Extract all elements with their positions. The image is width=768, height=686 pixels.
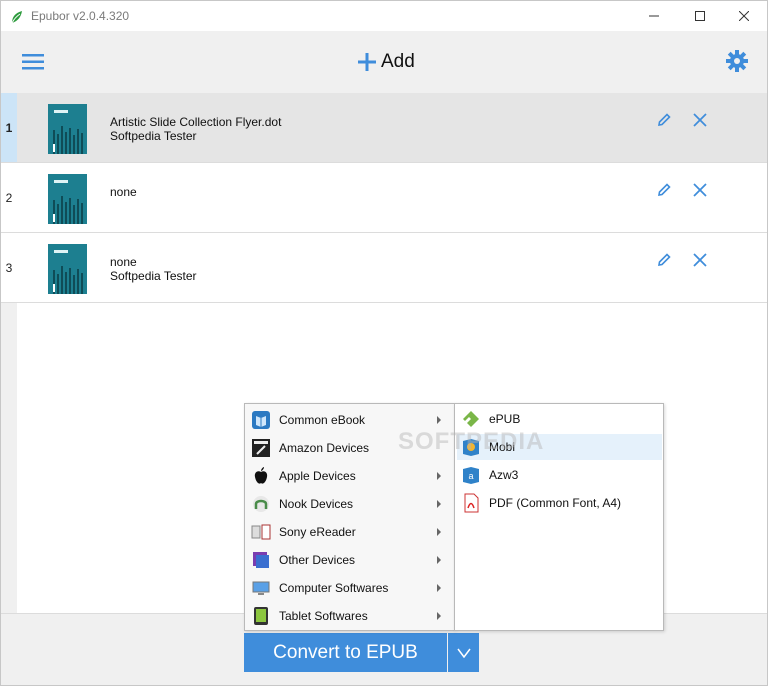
edit-metadata-button[interactable] — [656, 252, 672, 268]
hamburger-menu-button[interactable] — [22, 53, 44, 71]
edit-metadata-button[interactable] — [656, 182, 672, 198]
output-format-dropdown-button[interactable] — [448, 633, 479, 672]
book-title: Artistic Slide Collection Flyer.dot — [110, 115, 282, 129]
submenu-arrow-icon — [437, 612, 441, 620]
apple-icon — [254, 467, 268, 484]
plus-icon — [358, 53, 376, 71]
window-title: Epubor v2.0.4.320 — [31, 9, 130, 23]
menu-item-amazon-devices[interactable]: Amazon Devices — [247, 434, 453, 462]
add-label: Add — [381, 51, 415, 72]
submenu-arrow-icon — [437, 584, 441, 592]
book-row[interactable]: 1 Artistic Slide Collection Flyer.dot So… — [1, 93, 767, 163]
menu-item-label: ePUB — [489, 412, 521, 426]
close-icon — [739, 11, 749, 21]
row-number: 2 — [1, 163, 17, 232]
chevron-down-icon — [456, 648, 471, 658]
menu-item-azw3[interactable]: a Azw3 — [457, 462, 662, 488]
nook-icon — [253, 496, 269, 512]
epub-icon — [463, 411, 479, 427]
menu-item-label: Nook Devices — [279, 497, 354, 511]
other-devices-icon — [253, 552, 269, 568]
toolbar: Add — [1, 31, 767, 93]
book-cover-thumbnail — [48, 104, 87, 154]
menu-item-label: Mobi — [489, 440, 516, 454]
amazon-icon — [252, 439, 270, 457]
close-icon — [693, 253, 707, 267]
menu-item-label: Tablet Softwares — [279, 609, 368, 623]
menu-item-computer-softwares[interactable]: Computer Softwares — [247, 574, 453, 602]
menu-item-mobi[interactable]: Mobi — [457, 434, 662, 460]
close-icon — [693, 113, 707, 127]
settings-button[interactable] — [726, 50, 748, 72]
pencil-icon — [658, 113, 671, 126]
minimize-button[interactable] — [631, 1, 677, 31]
common-ebook-icon — [252, 411, 270, 429]
menu-item-label: Apple Devices — [279, 469, 356, 483]
menu-item-label: Common eBook — [279, 413, 366, 427]
menu-item-label: Other Devices — [279, 553, 356, 567]
book-cover-thumbnail — [48, 244, 87, 294]
book-title: none — [110, 255, 137, 269]
format-submenu: ePUB Mobi a Azw3 PDF (Common Font, A4) — [454, 403, 664, 631]
menu-item-label: Amazon Devices — [279, 441, 370, 455]
remove-book-button[interactable] — [693, 253, 707, 267]
submenu-arrow-icon — [437, 416, 441, 424]
menu-item-common-ebook[interactable]: Common eBook — [247, 406, 453, 434]
submenu-arrow-icon — [437, 472, 441, 480]
tablet-icon — [254, 607, 268, 625]
edit-metadata-button[interactable] — [656, 112, 672, 128]
menu-item-apple-devices[interactable]: Apple Devices — [247, 462, 453, 490]
close-window-button[interactable] — [721, 1, 767, 31]
menu-item-other-devices[interactable]: Other Devices — [247, 546, 453, 574]
book-title: none — [110, 185, 137, 199]
convert-button[interactable]: Convert to EPUB — [244, 633, 447, 672]
minimize-icon — [649, 15, 659, 17]
book-author: Softpedia Tester — [110, 269, 197, 283]
menu-item-label: Computer Softwares — [279, 581, 389, 595]
close-icon — [693, 183, 707, 197]
add-button[interactable]: Add — [357, 49, 415, 75]
menu-item-nook-devices[interactable]: Nook Devices — [247, 490, 453, 518]
row-number: 3 — [1, 233, 17, 302]
menu-item-sony-ereader[interactable]: Sony eReader — [247, 518, 453, 546]
menu-item-label: Sony eReader — [279, 525, 356, 539]
mobi-icon — [463, 439, 479, 456]
svg-text:a: a — [468, 471, 473, 481]
book-row[interactable]: 3 none Softpedia Tester — [1, 233, 767, 303]
pdf-icon — [464, 493, 479, 513]
menu-item-pdf[interactable]: PDF (Common Font, A4) — [457, 490, 662, 516]
remove-book-button[interactable] — [693, 183, 707, 197]
submenu-arrow-icon — [437, 528, 441, 536]
book-author: Softpedia Tester — [110, 129, 197, 143]
menu-item-label: Azw3 — [489, 468, 519, 482]
maximize-icon — [695, 11, 705, 21]
computer-icon — [252, 581, 270, 595]
book-row[interactable]: 2 none — [1, 163, 767, 233]
pencil-icon — [658, 253, 671, 266]
app-logo-icon — [9, 9, 25, 25]
title-bar: Epubor v2.0.4.320 — [1, 1, 767, 31]
menu-item-tablet-softwares[interactable]: Tablet Softwares — [247, 602, 453, 630]
maximize-button[interactable] — [677, 1, 723, 31]
submenu-arrow-icon — [437, 556, 441, 564]
gear-icon — [726, 50, 748, 72]
remove-book-button[interactable] — [693, 113, 707, 127]
format-category-menu: Common eBook Amazon Devices Apple Device… — [244, 403, 455, 631]
book-cover-thumbnail — [48, 174, 87, 224]
hamburger-icon — [22, 54, 44, 70]
sony-icon — [251, 524, 271, 540]
pencil-icon — [658, 183, 671, 196]
menu-item-label: PDF (Common Font, A4) — [489, 496, 622, 510]
azw3-icon: a — [463, 467, 479, 484]
menu-item-epub[interactable]: ePUB — [457, 406, 662, 432]
row-number: 1 — [1, 93, 17, 162]
submenu-arrow-icon — [437, 500, 441, 508]
